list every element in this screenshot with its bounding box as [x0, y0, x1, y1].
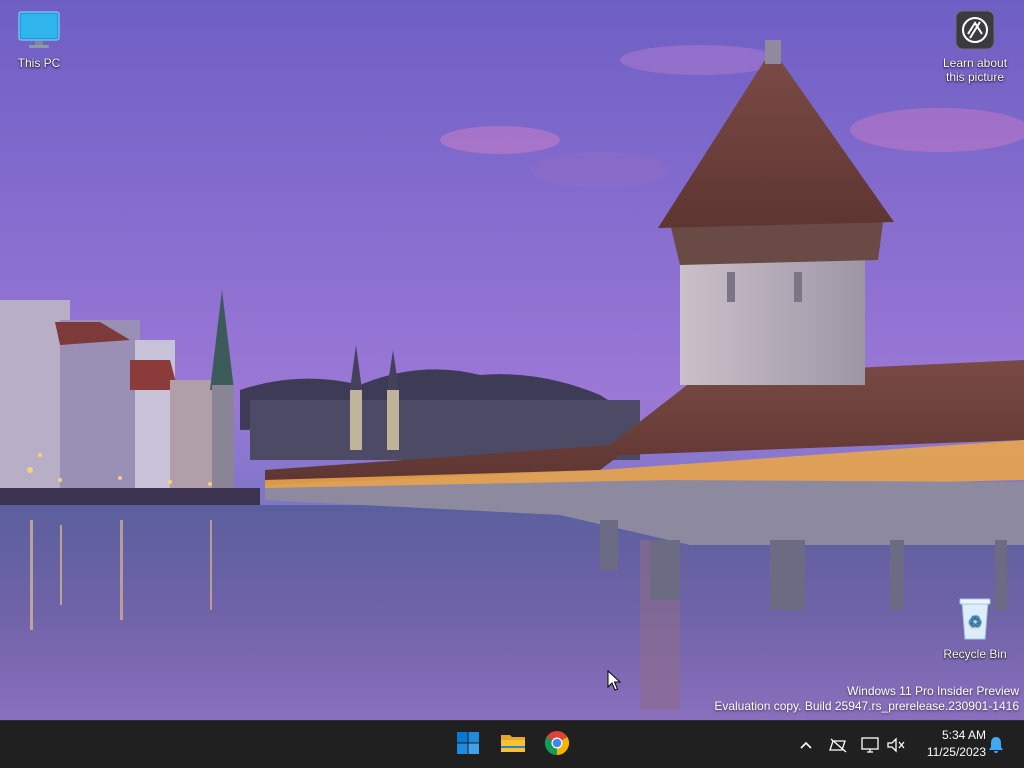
- chrome-icon: [544, 730, 570, 761]
- desktop-icon-label: This PC: [17, 56, 61, 70]
- notification-bell-icon[interactable]: [984, 733, 1008, 757]
- folder-icon: [500, 732, 526, 759]
- desktop-icon-recycle-bin[interactable]: ♻ Recycle Bin: [937, 597, 1013, 661]
- windows-start-icon: [456, 731, 480, 760]
- display-icon[interactable]: [858, 733, 882, 757]
- camera-icon: [937, 10, 1013, 53]
- network-offline-icon[interactable]: [826, 733, 850, 757]
- taskbar-clock[interactable]: 5:34 AM 11/25/2023: [927, 727, 986, 761]
- monitor-icon: [1, 10, 77, 53]
- desktop-wallpaper: [0, 0, 1024, 720]
- desktop-icon-label: Learn about this picture: [942, 56, 1008, 84]
- desktop-icon-this-pc[interactable]: This PC: [1, 10, 77, 70]
- watermark-edition: Windows 11 Pro Insider Preview: [847, 684, 1019, 698]
- desktop-icon-label: Recycle Bin: [943, 647, 1007, 661]
- chevron-up-icon[interactable]: [794, 733, 818, 757]
- watermark-build: Evaluation copy. Build 25947.rs_prerelea…: [714, 699, 1019, 713]
- svg-text:♻: ♻: [968, 612, 982, 631]
- clock-date: 11/25/2023: [926, 745, 986, 759]
- start-button[interactable]: [448, 725, 488, 765]
- recycle-bin-icon: ♻: [937, 597, 1013, 644]
- clock-time: 5:34 AM: [941, 728, 986, 742]
- windows-evaluation-watermark: Windows 11 Pro Insider Preview Evaluatio…: [714, 684, 1019, 714]
- taskbar: 5:34 AM 11/25/2023: [0, 720, 1024, 768]
- mouse-pointer-icon: [607, 669, 622, 697]
- volume-muted-icon[interactable]: [884, 733, 908, 757]
- taskbar-chrome-button[interactable]: [537, 725, 577, 765]
- desktop-icon-learn-about-picture[interactable]: Learn about this picture: [937, 10, 1013, 84]
- taskbar-file-explorer-button[interactable]: [493, 725, 533, 765]
